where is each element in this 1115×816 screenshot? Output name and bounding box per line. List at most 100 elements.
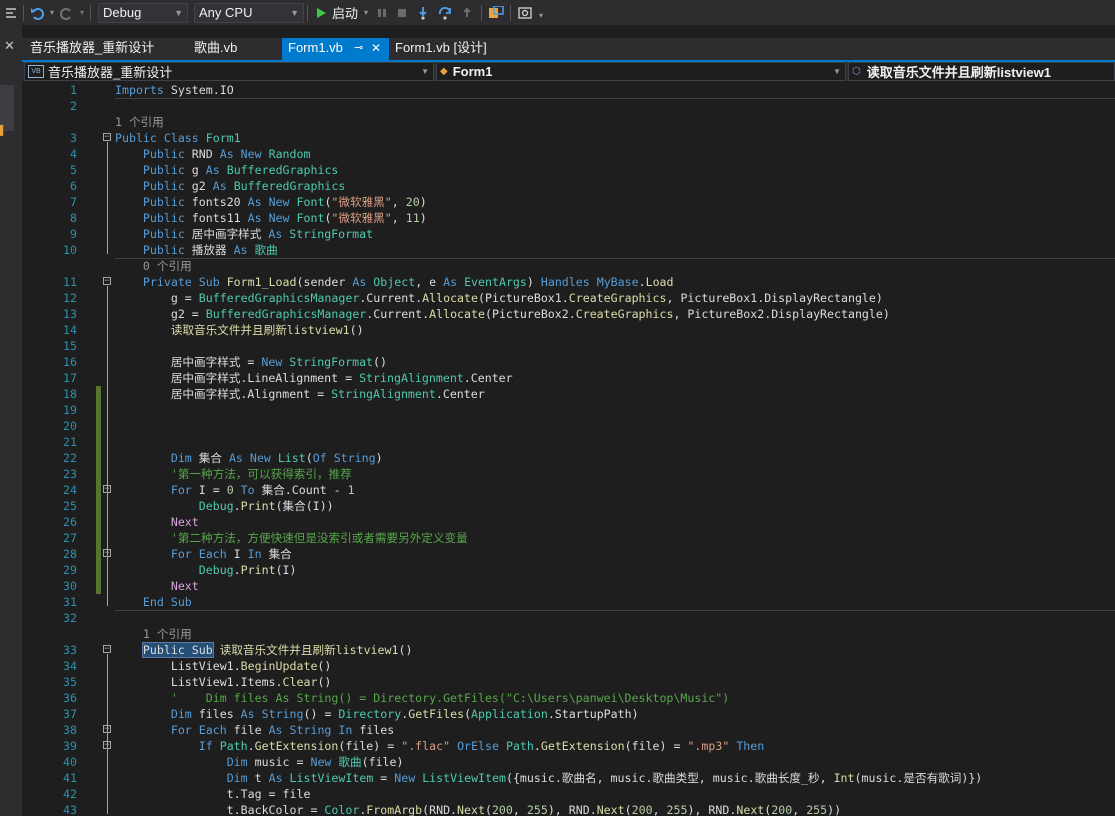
code-line: 20: [22, 418, 1115, 434]
code-line: 35 ListView1.Items.Clear(): [22, 674, 1115, 690]
code-token: Application: [471, 707, 548, 721]
step-over-icon[interactable]: [434, 2, 456, 24]
pause-icon[interactable]: [372, 2, 392, 24]
code-token: Dim: [170, 451, 192, 465]
pin-icon[interactable]: ⊸: [354, 38, 363, 58]
redo-dropdown-icon[interactable]: ▾: [77, 2, 87, 24]
collapse-region-icon[interactable]: −: [103, 277, 111, 286]
redo-icon[interactable]: [57, 2, 77, 24]
screenshot-tool-icon[interactable]: [514, 2, 536, 24]
code-line: 32: [22, 610, 1115, 626]
line-number: 43: [63, 803, 77, 816]
code-map-icon[interactable]: [485, 2, 507, 24]
code-line: 41 Dim t As ListViewItem = New ListViewI…: [22, 770, 1115, 786]
solution-platform-select[interactable]: Any CPU ▼: [194, 2, 304, 23]
code-token: 播放器: [184, 243, 234, 257]
code-token: ListViewItem: [422, 771, 506, 785]
code-token: .: [233, 563, 241, 577]
undo-icon[interactable]: [27, 2, 47, 24]
code-text: Imports System.IO: [115, 82, 234, 98]
codelens-text[interactable]: 1 个引用: [115, 114, 164, 130]
code-token: As: [205, 163, 220, 177]
step-out-icon[interactable]: [456, 2, 478, 24]
toolbox-tab-marker[interactable]: ▌: [0, 125, 6, 135]
code-token: Font: [296, 211, 325, 225]
line-number: 27: [63, 531, 77, 545]
code-token: For Each: [170, 723, 227, 737]
code-text: Public g2 As BufferedGraphics: [115, 178, 345, 194]
tab-label: 歌曲.vb: [194, 40, 238, 55]
code-token: Public: [142, 227, 185, 241]
code-token: (): [317, 659, 332, 673]
code-token: 读取音乐文件并且刷新listview1: [219, 643, 399, 657]
code-line: 38− For Each file As String In files: [22, 722, 1115, 738]
line-number: 14: [63, 323, 77, 337]
code-token: g =: [115, 291, 199, 305]
code-text: 读取音乐文件并且刷新listview1(): [115, 322, 364, 338]
toolbar-overflow-icon[interactable]: ▾: [536, 0, 546, 27]
code-editor[interactable]: 1 Imports System.IO 2 1 个引用 3− Public Class F…: [22, 81, 1115, 816]
tab-form1-vb[interactable]: Form1.vb ⊸ ✕: [282, 38, 389, 60]
code-token: ListView1.: [115, 659, 241, 673]
code-token: Public: [142, 147, 185, 161]
code-token: Public: [142, 179, 185, 193]
code-line: 39− If Path.GetExtension(file) = ".flac"…: [22, 738, 1115, 754]
class-select[interactable]: ◆ Form1 ▼: [436, 62, 846, 81]
code-token: As String: [240, 707, 304, 721]
code-token: Next: [170, 579, 199, 593]
code-token: If: [198, 739, 213, 753]
code-token: Form1: [205, 131, 241, 145]
code-token: '第二种方法，方便快速但是没索引或者需要另外定义变量: [170, 531, 468, 545]
line-number: 37: [63, 707, 77, 721]
codelens-text[interactable]: 1 个引用: [115, 626, 192, 642]
code-token: (RND.: [422, 803, 458, 816]
tab-form1-designer[interactable]: Form1.vb [设计]: [389, 38, 529, 60]
codelens-text[interactable]: 0 个引用: [115, 258, 192, 274]
chevron-down-icon: ▼: [421, 67, 429, 76]
close-tab-icon[interactable]: ✕: [371, 38, 381, 58]
codelens-reference[interactable]: 1 个引用: [22, 626, 1115, 642]
step-into-icon[interactable]: [412, 2, 434, 24]
code-text: ListView1.Items.Clear(): [115, 674, 332, 690]
code-text: Next: [115, 578, 199, 594]
member-select[interactable]: ⬡ 读取音乐文件并且刷新listview1: [848, 62, 1115, 81]
tab-project[interactable]: 音乐播放器_重新设计: [24, 38, 184, 60]
solution-configuration-select[interactable]: Debug ▼: [98, 2, 188, 23]
collapse-region-icon[interactable]: −: [103, 645, 111, 654]
code-text: t.BackColor = Color.FromArgb(RND.Next(20…: [115, 802, 841, 816]
code-token: 歌曲: [338, 755, 362, 769]
code-token: As String: [268, 723, 332, 737]
line-number: 42: [63, 787, 77, 801]
code-line: 25 Debug.Print(集合(I)): [22, 498, 1115, 514]
line-number: 13: [63, 307, 77, 321]
close-icon[interactable]: ✕: [4, 38, 15, 54]
code-token: ,: [391, 195, 406, 209]
code-token: End Sub: [142, 595, 192, 609]
code-token: , e: [415, 275, 444, 289]
start-button[interactable]: 启动 ▾: [311, 2, 372, 24]
code-token: music =: [247, 755, 311, 769]
line-number: 2: [70, 99, 77, 113]
undo-dropdown-icon[interactable]: ▾: [47, 2, 57, 24]
solution-platform-value: Any CPU: [199, 5, 253, 20]
menu-grip-icon[interactable]: [2, 2, 20, 24]
stop-icon[interactable]: [392, 2, 412, 24]
project-select[interactable]: VB 音乐播放器_重新设计 ▼: [24, 62, 434, 81]
code-line: 30 Next: [22, 578, 1115, 594]
tab-song-vb[interactable]: 歌曲.vb: [188, 38, 278, 60]
code-line: 9 Public 居中画字样式 As StringFormat: [22, 226, 1115, 242]
codelens-reference[interactable]: 1 个引用: [22, 114, 1115, 130]
line-number: 21: [63, 435, 77, 449]
codelens-reference[interactable]: 0 个引用: [22, 258, 1115, 274]
code-token: (file): [361, 755, 404, 769]
collapse-region-icon[interactable]: −: [103, 133, 111, 142]
code-text: t.Tag = file: [115, 786, 311, 802]
code-token: Next: [170, 515, 199, 529]
code-line: 19: [22, 402, 1115, 418]
